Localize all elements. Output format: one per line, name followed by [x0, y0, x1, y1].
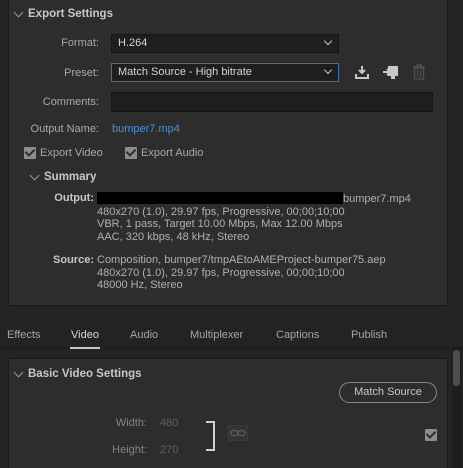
redacted-path — [97, 192, 343, 204]
summary-title: Summary — [44, 171, 97, 183]
format-value: H.264 — [118, 37, 148, 49]
basic-video-settings-title: Basic Video Settings — [28, 368, 142, 380]
summary-source-text: Composition, bumper7/tmpAEtoAMEProject-b… — [97, 254, 386, 292]
export-audio-checkbox[interactable]: Export Audio — [125, 147, 203, 159]
basic-video-settings-panel: Basic Video Settings Match Source Width:… — [8, 358, 448, 468]
basic-video-settings-header[interactable]: Basic Video Settings — [13, 367, 142, 380]
chevron-down-icon — [323, 65, 333, 75]
tab-video[interactable]: Video — [70, 329, 100, 349]
download-icon[interactable] — [354, 64, 370, 80]
width-label: Width: — [115, 417, 147, 429]
trash-icon[interactable] — [412, 64, 426, 80]
comments-field[interactable] — [111, 92, 433, 112]
summary-source-line: Composition, bumper7/tmpAEtoAMEProject-b… — [97, 254, 386, 266]
summary-output-line: VBR, 1 pass, Target 10.00 Mbps, Max 12.0… — [97, 218, 343, 230]
tab-publish[interactable]: Publish — [351, 329, 387, 341]
match-source-button[interactable]: Match Source — [339, 382, 437, 403]
export-settings-title: Export Settings — [28, 8, 113, 20]
settings-tabs: Effects Video Audio Multiplexer Captions… — [0, 322, 463, 349]
preset-select[interactable]: Match Source - High bitrate — [111, 63, 339, 82]
export-video-label: Export Video — [40, 147, 103, 159]
tab-effects[interactable]: Effects — [7, 329, 40, 341]
export-audio-label: Export Audio — [141, 147, 204, 159]
bracket-icon — [206, 421, 215, 451]
scrollbar-thumb[interactable] — [453, 350, 460, 386]
summary-output-text: bumper7.mp4 480x270 (1.0), 29.97 fps, Pr… — [97, 192, 411, 243]
checkbox-checked-icon[interactable] — [24, 147, 36, 159]
summary-source-line: 480x270 (1.0), 29.97 fps, Progressive, 0… — [97, 266, 345, 279]
chevron-down-icon[interactable] — [13, 7, 24, 18]
summary-output-label: Output: — [54, 192, 94, 204]
format-label: Format: — [61, 37, 99, 49]
summary-source-line: 48000 Hz, Stereo — [97, 279, 183, 291]
comments-label: Comments: — [42, 96, 99, 108]
preset-label: Preset: — [64, 67, 99, 79]
summary-source-label: Source: — [53, 254, 94, 266]
height-label: Height: — [112, 444, 147, 456]
summary-output-filename: bumper7.mp4 — [343, 193, 411, 205]
summary-output-line: 480x270 (1.0), 29.97 fps, Progressive, 0… — [97, 205, 345, 218]
export-video-checkbox[interactable]: Export Video — [24, 147, 103, 159]
summary-output-line: AAC, 320 kbps, 48 kHz, Stereo — [97, 230, 250, 243]
chevron-down-icon[interactable] — [13, 367, 24, 378]
tab-captions[interactable]: Captions — [276, 329, 319, 341]
preset-value: Match Source - High bitrate — [118, 66, 252, 78]
width-value[interactable]: 480 — [160, 417, 178, 429]
tab-audio[interactable]: Audio — [130, 329, 158, 341]
height-value[interactable]: 270 — [160, 444, 178, 456]
checkbox-checked-icon[interactable] — [425, 429, 437, 441]
chevron-down-icon — [323, 36, 333, 46]
export-settings-panel: Export Settings Format: H.264 Preset: Ma… — [8, 0, 448, 306]
format-select[interactable]: H.264 — [111, 34, 339, 53]
chevron-down-icon[interactable] — [29, 170, 40, 181]
import-icon[interactable] — [382, 64, 400, 80]
chain-link-icon[interactable] — [228, 425, 248, 441]
checkbox-checked-icon[interactable] — [125, 147, 137, 159]
export-settings-header[interactable]: Export Settings — [13, 7, 113, 20]
output-name-label: Output Name: — [30, 123, 99, 135]
summary-header[interactable]: Summary — [29, 170, 97, 183]
output-name-link[interactable]: bumper7.mp4 — [112, 123, 180, 135]
tab-multiplexer[interactable]: Multiplexer — [190, 329, 243, 341]
